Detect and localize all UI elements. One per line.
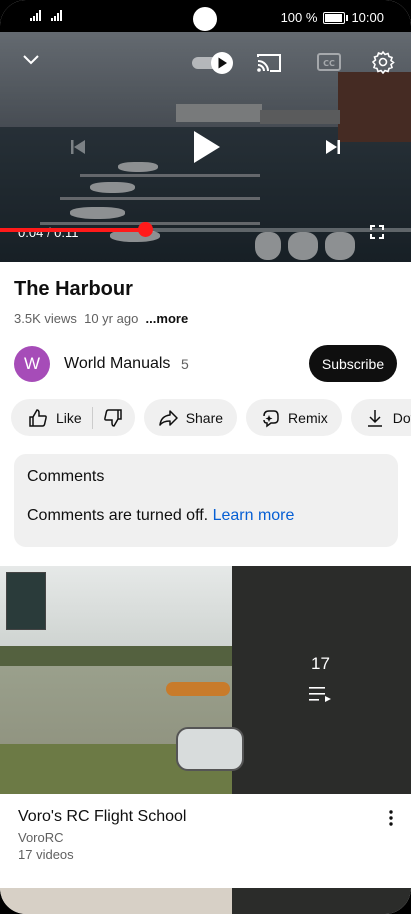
like-label: Like	[56, 409, 82, 426]
video-title: The Harbour	[14, 278, 133, 300]
share-icon	[158, 409, 178, 426]
comments-panel[interactable]: Comments Comments are turned off. Learn …	[14, 454, 398, 547]
remix-button[interactable]: Remix	[246, 399, 342, 436]
autoplay-toggle[interactable]	[192, 52, 234, 74]
next-icon[interactable]	[325, 139, 341, 155]
channel-name[interactable]: World Manuals	[64, 355, 170, 373]
remix-label: Remix	[288, 409, 328, 426]
subscriber-count: 5	[181, 356, 189, 372]
thumbs-up-icon	[29, 408, 47, 427]
cast-icon[interactable]	[256, 52, 282, 74]
playlist-icon	[309, 687, 331, 702]
more-options-icon[interactable]	[385, 808, 397, 828]
comments-off-text: Comments are turned off.	[27, 507, 209, 524]
download-icon	[367, 409, 382, 427]
progress-bar[interactable]	[0, 228, 411, 232]
download-label: Dov	[392, 409, 411, 426]
upload-age: 10 yr ago	[84, 311, 139, 326]
minimize-chevron-icon[interactable]	[22, 54, 40, 66]
download-button[interactable]: Dov	[350, 399, 411, 436]
phone-screen: 100 % 10:00 CC 0:04 / 0:11 The Harbour 3…	[0, 0, 411, 914]
thumbs-down-icon[interactable]	[103, 408, 123, 428]
playlist-channel: VoroRC	[18, 830, 64, 845]
playlist-count: 17	[311, 654, 330, 673]
plane-image	[166, 682, 230, 696]
battery-percent: 100 %	[280, 10, 318, 25]
progress-played	[0, 228, 146, 232]
clock: 10:00	[351, 10, 384, 25]
captions-icon[interactable]: CC	[317, 52, 341, 72]
avatar[interactable]: W	[14, 346, 50, 382]
settings-gear-icon[interactable]	[371, 50, 395, 74]
remix-icon	[263, 409, 279, 427]
more-link[interactable]: ...more	[146, 311, 189, 326]
channel-row: W World Manuals 5 Subscribe	[14, 345, 399, 383]
signal-icon	[30, 9, 41, 21]
next-thumbnail[interactable]	[0, 888, 411, 914]
video-meta: 3.5K views 10 yr ago ...more	[14, 311, 188, 326]
remote-image	[176, 727, 244, 771]
view-count: 3.5K views	[14, 311, 77, 326]
previous-icon[interactable]	[70, 139, 86, 155]
share-label: Share	[185, 409, 224, 426]
action-chips: Like Share Remix Dov	[11, 399, 411, 437]
play-icon[interactable]	[189, 129, 223, 165]
learn-more-link[interactable]: Learn more	[213, 507, 295, 524]
comments-heading: Comments	[27, 468, 105, 485]
subscribe-button[interactable]: Subscribe	[309, 345, 397, 382]
status-bar: 100 % 10:00	[0, 0, 411, 32]
playlist-video-count: 17 videos	[18, 847, 74, 862]
battery-icon	[323, 11, 349, 24]
share-button[interactable]: Share	[143, 399, 238, 436]
like-button[interactable]: Like	[28, 408, 82, 428]
signal-icon-2	[51, 9, 62, 21]
comments-status: Comments are turned off. Learn more	[27, 507, 294, 525]
playlist-title[interactable]: Voro's RC Flight School	[18, 808, 186, 826]
scrubber-handle[interactable]	[137, 222, 153, 237]
camera-cutout	[193, 7, 217, 31]
svg-text:CC: CC	[323, 59, 335, 68]
like-dislike-chip: Like	[11, 399, 135, 436]
